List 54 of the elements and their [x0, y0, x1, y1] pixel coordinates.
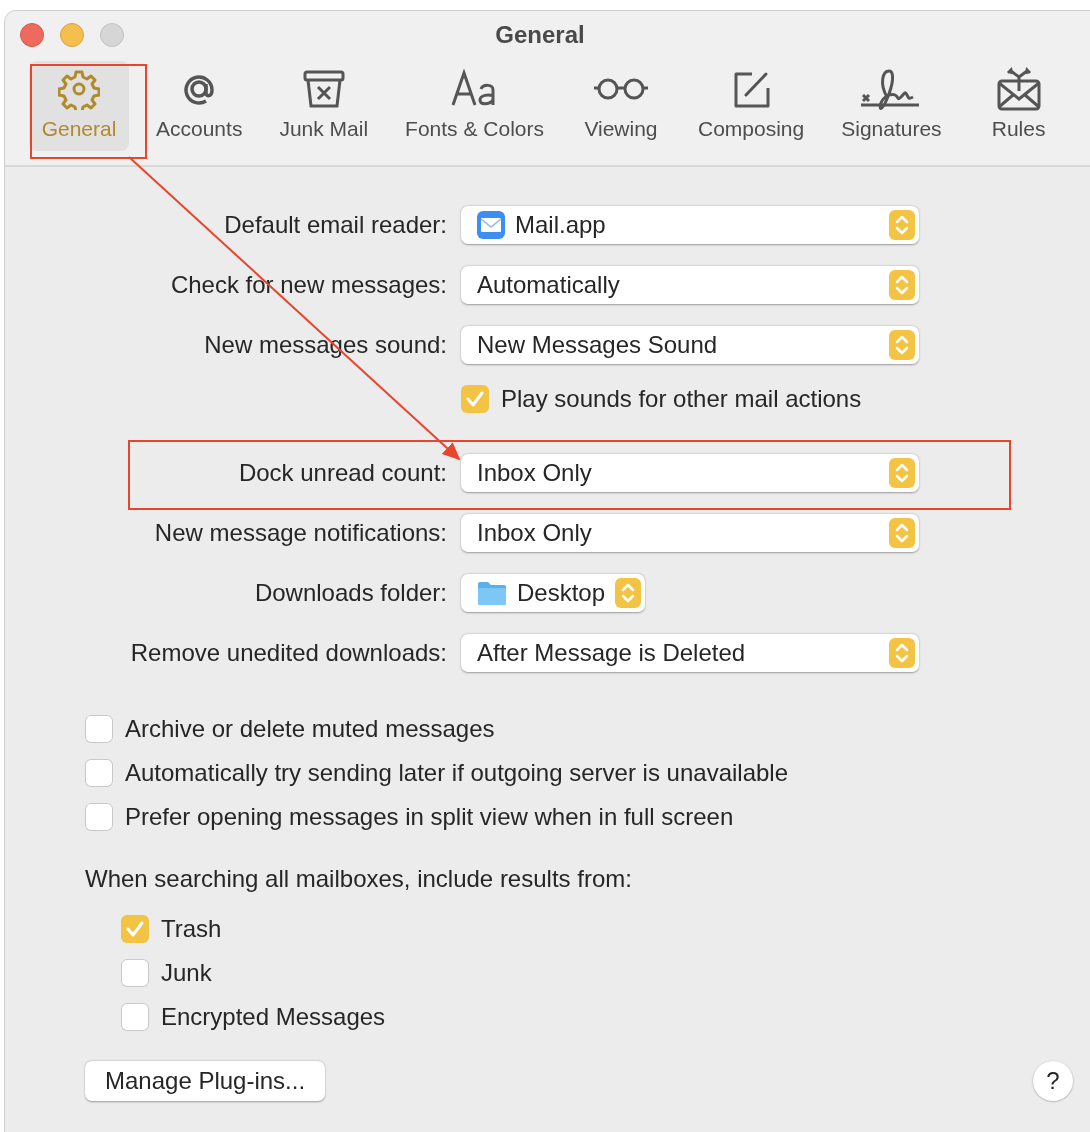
checkbox[interactable] [121, 959, 149, 987]
checkbox-label: Trash [161, 915, 222, 943]
popup-menu[interactable]: New Messages Sound [461, 326, 919, 364]
setting-label: Remove unedited downloads: [130, 639, 447, 667]
stepper-icon [615, 578, 642, 608]
stepper-icon [889, 518, 915, 548]
checkbox-label: Archive or delete muted messages [125, 715, 495, 743]
zoom-button[interactable] [100, 23, 124, 47]
checkbox[interactable] [461, 385, 489, 413]
folder-icon [477, 580, 507, 606]
envelope-icon [995, 67, 1042, 111]
checkbox-label: Junk [161, 959, 212, 987]
checkbox[interactable] [121, 1003, 149, 1031]
popup-menu[interactable]: Mail.app [461, 206, 919, 244]
setting-label: New message notifications: [154, 519, 447, 547]
popup-menu[interactable]: After Message is Deleted [461, 634, 919, 672]
checkbox-label: Encrypted Messages [161, 1003, 386, 1031]
glasses-icon [593, 76, 649, 102]
trash-bin-icon [301, 68, 346, 110]
stepper-icon [889, 270, 915, 300]
gear-icon [58, 68, 100, 110]
minimize-button[interactable] [60, 23, 84, 47]
help-button[interactable]: ? [1033, 1061, 1073, 1101]
toolbar-tab[interactable]: Composing [688, 61, 815, 151]
toolbar-tab[interactable]: Signatures [831, 61, 952, 151]
setting-label: Default email reader: [224, 211, 447, 239]
toolbar-tab[interactable]: Fonts & Colors [395, 61, 554, 151]
setting-label: Downloads folder: [254, 579, 447, 607]
checkbox[interactable] [85, 715, 113, 743]
signature-icon [861, 67, 922, 111]
close-button[interactable] [20, 23, 44, 47]
checkbox-label: Automatically try sending later if outgoing server is unavailable [125, 759, 788, 787]
checkbox[interactable] [85, 759, 113, 787]
stepper-icon [889, 638, 915, 668]
checkbox[interactable] [121, 915, 149, 943]
checkbox[interactable] [85, 803, 113, 831]
stepper-icon [889, 458, 915, 488]
toolbar-tab[interactable]: Junk Mail [269, 61, 379, 151]
checkbox-label: Play sounds for other mail actions [501, 385, 862, 413]
popup-menu[interactable]: Desktop [461, 574, 646, 612]
setting-label: Dock unread count: [238, 459, 447, 487]
stepper-icon [889, 330, 915, 360]
mail-app-icon [477, 211, 505, 239]
toolbar-tab[interactable]: Accounts [146, 61, 253, 151]
toolbar-tab[interactable]: Rules [968, 61, 1069, 151]
popup-menu[interactable]: Inbox Only [461, 454, 919, 492]
popup-menu[interactable]: Inbox Only [461, 514, 919, 552]
window-title: General [495, 21, 585, 50]
section-heading: When searching all mailboxes, include results from: [84, 865, 633, 893]
checkbox-label: Prefer opening messages in split view when in full screen [125, 803, 734, 831]
toolbar-tab[interactable]: Viewing [571, 61, 671, 151]
popup-menu[interactable]: Automatically [461, 266, 919, 304]
manage-plugins-button[interactable]: Manage Plug-ins... [85, 1061, 326, 1101]
stepper-icon [889, 210, 915, 240]
